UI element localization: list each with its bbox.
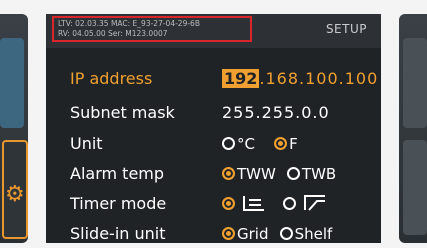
unit-fahrenheit-radio[interactable] xyxy=(274,137,288,150)
unit-option-fahrenheit[interactable]: F xyxy=(274,134,298,153)
alarm-temp-tww-label: TWW xyxy=(237,165,276,183)
timer-mode-b-icon xyxy=(304,195,326,211)
timer-mode-a-radio[interactable] xyxy=(222,197,235,210)
unit-options: °C F xyxy=(222,134,312,153)
ip-address-active-octet[interactable]: 192 xyxy=(222,69,260,88)
timer-mode-a-icon xyxy=(243,196,265,211)
alarm-temp-tww-radio[interactable] xyxy=(222,167,235,180)
unit-celsius-radio[interactable] xyxy=(222,137,235,150)
unit-celsius-label: °C xyxy=(237,135,255,153)
alarm-temp-label: Alarm temp xyxy=(70,164,165,183)
unit-row[interactable]: Unit °C F xyxy=(70,134,375,158)
right-panel-slot-lower[interactable] xyxy=(403,140,427,235)
alarm-temp-options: TWW TWB xyxy=(222,164,350,183)
firmware-info-line-2: RV: 04.05.00 Ser: M123.0007 xyxy=(58,29,168,38)
slide-in-unit-option-shelf[interactable]: Shelf xyxy=(279,224,333,243)
alarm-temp-twb-label: TWB xyxy=(301,165,337,183)
subnet-mask-row[interactable]: Subnet mask 255.255.0.0 xyxy=(70,103,375,127)
timer-mode-label: Timer mode xyxy=(70,194,167,213)
timer-mode-option-a[interactable] xyxy=(222,194,266,213)
ip-address-remaining-octets[interactable]: .168.100.100 xyxy=(259,69,378,88)
slide-in-unit-options: Grid Shelf xyxy=(222,224,346,243)
settings-screen: LTV: 02.03.35 MAC: E_93-27-04-29-6B RV: … xyxy=(46,14,381,243)
gear-icon: ⚙ xyxy=(5,182,25,207)
ip-address-value[interactable]: 192.168.100.100 xyxy=(222,69,378,88)
slide-in-unit-grid-radio[interactable] xyxy=(222,227,235,240)
slide-in-unit-label: Slide-in unit xyxy=(70,224,166,243)
unit-fahrenheit-label: F xyxy=(289,135,298,153)
alarm-temp-option-twb[interactable]: TWB xyxy=(286,164,337,183)
right-panel-slot-upper[interactable] xyxy=(403,38,427,128)
alarm-temp-row[interactable]: Alarm temp TWW TWB xyxy=(70,164,375,188)
slide-in-unit-row[interactable]: Slide-in unit Grid Shelf xyxy=(70,224,375,248)
setup-title[interactable]: SETUP xyxy=(326,22,367,36)
slide-in-unit-shelf-label: Shelf xyxy=(294,225,333,243)
timer-mode-options xyxy=(222,194,341,213)
firmware-info-line-1: LTV: 02.03.35 MAC: E_93-27-04-29-6B xyxy=(58,19,200,28)
firmware-info-box: LTV: 02.03.35 MAC: E_93-27-04-29-6B RV: … xyxy=(52,16,252,42)
screen-header: LTV: 02.03.35 MAC: E_93-27-04-29-6B RV: … xyxy=(46,14,381,48)
timer-mode-option-b[interactable] xyxy=(283,194,327,213)
subnet-mask-value[interactable]: 255.255.0.0 xyxy=(222,103,330,122)
slide-in-unit-option-grid[interactable]: Grid xyxy=(222,224,268,243)
unit-option-celsius[interactable]: °C xyxy=(222,134,255,153)
left-panel-slot-upper[interactable] xyxy=(0,38,24,128)
timer-mode-b-radio[interactable] xyxy=(283,197,297,210)
ip-address-label: IP address xyxy=(70,69,153,88)
right-side-panel xyxy=(399,14,427,243)
left-side-panel: ⚙ xyxy=(0,14,28,243)
ip-address-row[interactable]: IP address 192.168.100.100 xyxy=(70,69,378,93)
unit-label: Unit xyxy=(70,134,103,153)
slide-in-unit-shelf-radio[interactable] xyxy=(279,227,293,240)
alarm-temp-twb-radio[interactable] xyxy=(286,167,300,180)
subnet-mask-label: Subnet mask xyxy=(70,103,175,122)
alarm-temp-option-tww[interactable]: TWW xyxy=(222,164,276,183)
timer-mode-row[interactable]: Timer mode xyxy=(70,194,375,218)
slide-in-unit-grid-label: Grid xyxy=(237,225,269,243)
